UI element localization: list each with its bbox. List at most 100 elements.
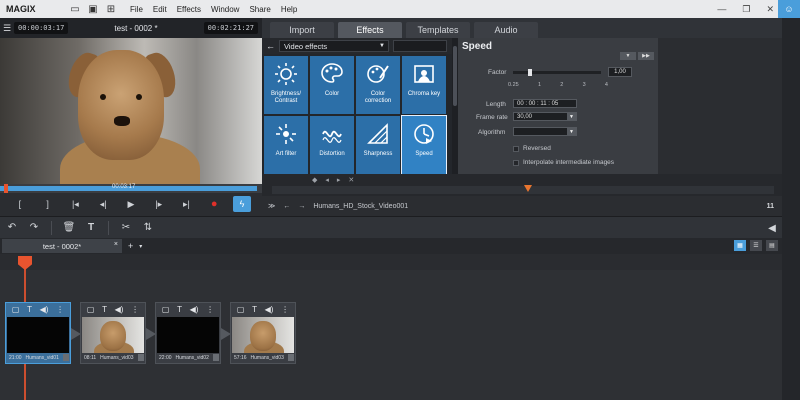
factor-value[interactable]: 1,00: [608, 67, 632, 77]
new-project-icon[interactable]: ⊞: [102, 2, 120, 16]
tab-import[interactable]: Import: [270, 22, 334, 38]
back-arrow-icon[interactable]: ←: [266, 41, 275, 51]
interpolate-checkbox[interactable]: [513, 160, 519, 166]
next-frame-icon[interactable]: |▸: [150, 196, 168, 212]
effect-color-correction[interactable]: Color correction: [356, 56, 400, 114]
volume-icon[interactable]: ◀: [764, 220, 780, 236]
restore-icon[interactable]: ❐: [742, 4, 750, 15]
clip-select-icon[interactable]: ▢: [12, 305, 20, 314]
storyboard[interactable]: ▢ T ◀) ⋮ 21:00 Humans_vid01 ▢ T ◀) ⋮ 08:…: [0, 254, 782, 400]
keyframe-delete-icon[interactable]: ✕: [348, 176, 354, 184]
close-icon[interactable]: ×: [114, 241, 118, 248]
menu-file[interactable]: File: [130, 5, 143, 14]
jump-end-icon[interactable]: ▸|: [177, 196, 195, 212]
storyboard-clip-1[interactable]: ▢ T ◀) ⋮ 21:00 Humans_vid01: [5, 302, 71, 364]
chevron-down-icon[interactable]: ▼: [620, 52, 636, 60]
tab-templates[interactable]: Templates: [406, 22, 470, 38]
category-dropdown[interactable]: Video effects ▼: [279, 40, 389, 52]
keyframe-add-icon[interactable]: ◆: [312, 176, 317, 184]
effect-speed[interactable]: Speed: [401, 115, 447, 175]
storyboard-clip-4[interactable]: ▢ T ◀) ⋮ 57:16 Humans_vid03: [230, 302, 296, 364]
clip-audio-icon[interactable]: ◀): [40, 305, 49, 314]
hamburger-icon[interactable]: ☰: [0, 23, 14, 34]
record-icon[interactable]: ●: [205, 196, 223, 212]
timeline-ruler[interactable]: [0, 254, 782, 270]
minimize-icon[interactable]: —: [717, 4, 726, 14]
undo-icon[interactable]: ↶: [4, 220, 20, 236]
menu-effects[interactable]: Effects: [177, 5, 201, 14]
chevron-down-icon[interactable]: ▾: [139, 243, 142, 250]
clip-select-icon[interactable]: ▢: [87, 305, 95, 314]
back-arrow-icon[interactable]: ←: [283, 203, 290, 210]
redo-icon[interactable]: ↷: [26, 220, 42, 236]
keyframe-next-icon[interactable]: ▸: [337, 176, 341, 184]
menu-help[interactable]: Help: [281, 5, 297, 14]
menu-share[interactable]: Share: [249, 5, 270, 14]
factor-slider[interactable]: [513, 69, 601, 76]
delete-icon[interactable]: 🗑: [61, 220, 77, 236]
mark-out-icon[interactable]: ]: [39, 196, 57, 212]
effect-chroma-key[interactable]: Chroma key: [402, 56, 446, 114]
effect-art-filter[interactable]: Art filter: [264, 116, 308, 174]
clip-select-icon[interactable]: ▢: [237, 305, 245, 314]
split-icon[interactable]: ⇅: [140, 220, 156, 236]
clip-audio-icon[interactable]: ◀): [115, 305, 124, 314]
keyframe-prev-icon[interactable]: ◂: [325, 176, 329, 184]
forward-arrow-icon[interactable]: →: [298, 203, 305, 210]
storyboard-view-icon[interactable]: ▦: [734, 240, 746, 251]
clip-title-icon[interactable]: T: [177, 305, 182, 314]
clip-menu-icon[interactable]: ⋮: [206, 305, 214, 314]
clip-menu-icon[interactable]: ⋮: [281, 305, 289, 314]
play-preview-icon[interactable]: ▶▶: [638, 52, 654, 60]
clip-title-icon[interactable]: T: [252, 305, 257, 314]
menu-edit[interactable]: Edit: [153, 5, 167, 14]
project-tab[interactable]: test - 0002* ×: [2, 239, 122, 253]
jump-start-icon[interactable]: |◂: [66, 196, 84, 212]
scrubber-marker[interactable]: [4, 184, 8, 193]
user-icon[interactable]: ☺: [778, 0, 800, 18]
chevron-down-icon[interactable]: [138, 354, 144, 361]
collapse-icon[interactable]: ≫: [268, 202, 275, 210]
algorithm-dropdown[interactable]: ▼: [513, 127, 577, 136]
clip-audio-icon[interactable]: ◀): [190, 305, 199, 314]
storyboard-clip-2[interactable]: ▢ T ◀) ⋮ 08:11 Humans_vid03: [80, 302, 146, 364]
framerate-dropdown[interactable]: 30,00 ▼: [513, 112, 577, 121]
title-icon[interactable]: T: [83, 220, 99, 236]
cut-icon[interactable]: ✂: [118, 220, 134, 236]
mark-in-icon[interactable]: [: [11, 196, 29, 212]
effect-color[interactable]: Color: [310, 56, 354, 114]
add-project-button[interactable]: +: [128, 241, 133, 251]
preview-scrubber[interactable]: 00:03:17: [0, 184, 262, 193]
folder-icon[interactable]: ▭: [66, 2, 84, 16]
scrollbar-thumb[interactable]: [453, 46, 457, 106]
live-icon[interactable]: ϟ: [233, 196, 251, 212]
tab-effects[interactable]: Effects: [338, 22, 402, 38]
save-icon[interactable]: ▣: [84, 2, 102, 16]
menu-window[interactable]: Window: [211, 5, 239, 14]
keyframe-playhead[interactable]: [524, 185, 532, 192]
effect-distortion[interactable]: Distortion: [310, 116, 354, 174]
storyboard-clip-3[interactable]: ▢ T ◀) ⋮ 22:00 Humans_vid02: [155, 302, 221, 364]
clip-title-icon[interactable]: T: [27, 305, 32, 314]
chevron-down-icon[interactable]: [288, 354, 294, 361]
reversed-checkbox[interactable]: [513, 146, 519, 152]
video-preview[interactable]: [0, 38, 262, 184]
slider-handle[interactable]: [528, 69, 532, 76]
prev-frame-icon[interactable]: ◂|: [94, 196, 112, 212]
clip-select-icon[interactable]: ▢: [162, 305, 170, 314]
chevron-down-icon[interactable]: [63, 354, 69, 361]
scene-view-icon[interactable]: ▤: [766, 240, 778, 251]
clip-audio-icon[interactable]: ◀): [265, 305, 274, 314]
clip-menu-icon[interactable]: ⋮: [56, 305, 64, 314]
timeline-view-icon[interactable]: ☰: [750, 240, 762, 251]
effect-brightness-contrast[interactable]: Brightness/ Contrast: [264, 56, 308, 114]
play-icon[interactable]: ▶: [122, 196, 140, 212]
chevron-down-icon[interactable]: [213, 354, 219, 361]
tab-audio[interactable]: Audio: [474, 22, 538, 38]
close-icon[interactable]: ✕: [766, 4, 774, 15]
clip-title-icon[interactable]: T: [102, 305, 107, 314]
keyframe-ruler[interactable]: [272, 186, 774, 194]
length-field[interactable]: 00 : 00 : 11 : 05: [513, 99, 577, 108]
effects-search-input[interactable]: [393, 40, 447, 52]
effect-sharpness[interactable]: Sharpness: [356, 116, 400, 174]
